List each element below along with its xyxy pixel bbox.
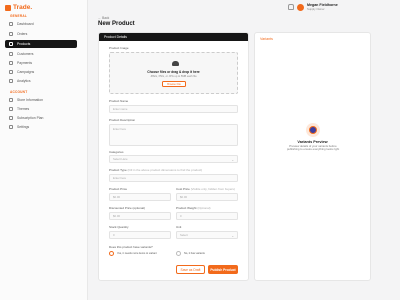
chart-icon [9,79,13,83]
browse-file-button[interactable]: Browse File [162,81,186,87]
crown-icon [9,116,13,120]
discounted-price-label: Discounted Price (optional) [109,206,146,210]
upload-hint: JPEG, PNG, or JPG up to 5MB each file [150,75,197,78]
variants-panel: Variants Variants Preview Preview detail… [254,32,371,281]
user-profile[interactable]: Megan Fieldhorne Supply Owner [288,3,338,11]
unit-label: Unit [176,225,182,229]
sidebar-item-subscription-plan[interactable]: Subscription Plan [5,114,77,122]
account-section-label: ACCOUNT [10,90,28,94]
unit-select[interactable]: Select ⌄ [176,231,238,239]
cart-icon [9,32,13,36]
variant-no-label: No, it has variants [184,252,205,255]
avatar[interactable] [297,3,304,11]
page-title: New Product [98,21,135,27]
user-info: Megan Fieldhorne Supply Owner [307,3,338,11]
image-upload-dropzone[interactable]: Choose files or drag & drop it here JPEG… [109,52,238,94]
upload-instruction: Choose files or drag & drop it here [147,70,200,74]
radio-selected[interactable] [109,251,114,256]
categories-select[interactable]: Select Here ⌄ [109,155,238,163]
chevron-down-icon: ⌄ [231,158,234,162]
variants-question: Does this product have variants? [109,245,153,249]
product-details-card: Product Details Product Image Choose fil… [98,32,249,281]
categories-label: Categories [109,150,124,154]
box-icon [9,42,13,46]
general-section-label: GENERAL [10,14,27,18]
product-price-label: Product Price [109,187,128,191]
cost-price-label: Cost Price (Visible only, hidden from bu… [176,187,235,191]
product-name-input[interactable]: Enter name [109,105,238,113]
product-type-input[interactable]: Enter here [109,174,238,182]
eye-icon [306,123,320,137]
grid-icon [9,22,13,26]
product-weight-label: Product Weight (Optional) [176,206,210,210]
upload-cloud-icon [172,61,179,66]
chevron-down-icon: ⌄ [231,234,234,238]
cost-price-hint: (Visible only, hidden from buyers) [190,187,235,191]
product-description-label: Product Description [109,118,136,122]
sidebar-item-campaigns[interactable]: Campaigns [5,68,77,76]
product-description-input[interactable]: Enter here [109,124,238,146]
categories-value: Select Here [113,157,128,161]
variants-title: Variants [260,37,273,41]
unit-value: Select [180,233,188,237]
publish-product-button[interactable]: Publish Product [208,265,238,274]
sidebar-item-themes[interactable]: Themes [5,105,77,113]
sidebar-item-dashboard[interactable]: Dashboard [5,20,77,28]
radio-unselected[interactable] [176,251,181,256]
app-logo[interactable]: Trade. [5,4,32,11]
product-name-label: Product Name [109,99,129,103]
users-icon [9,52,13,56]
palette-icon [9,107,13,111]
sidebar-item-store-information[interactable]: Store Information [5,96,77,104]
card-icon [9,61,13,65]
eye-pupil-icon [309,126,317,134]
logo-icon [5,4,11,11]
product-weight-label-text: Product Weight [176,206,197,210]
variants-preview-desc: Preview details of your variants before … [286,144,340,152]
product-image-label: Product Image [109,46,129,50]
product-weight-hint: (Optional) [197,206,211,210]
product-details-header: Product Details [99,33,248,41]
product-weight-input[interactable]: 0 [176,212,238,220]
sidebar-item-analytics[interactable]: Analytics [5,77,77,85]
sidebar-item-orders[interactable]: Orders [5,30,77,38]
store-icon [9,98,13,102]
sidebar: Trade. GENERAL Dashboard Orders Products… [0,0,88,300]
discounted-price-input[interactable]: $0.00 [109,212,171,220]
breadcrumb-back[interactable]: ← Back [98,16,109,20]
product-price-input[interactable]: $0.00 [109,193,171,201]
stock-quantity-input[interactable]: 0 [109,231,171,239]
sidebar-item-customers[interactable]: Customers [5,50,77,58]
save-as-draft-button[interactable]: Save as Draft [176,265,205,274]
product-type-hint: (Fill in the above product dimensions to… [127,168,203,172]
cost-price-input[interactable]: $0.00 [176,193,238,201]
variant-yes-label: Yes, it needs more items to variant [117,252,157,255]
sidebar-item-products[interactable]: Products [5,40,77,48]
variant-yes-option[interactable]: Yes, it needs more items to variant [109,251,157,256]
cost-price-label-text: Cost Price [176,187,190,191]
product-type-label: Product Type (Fill in the above product … [109,168,202,172]
stock-quantity-label: Stock Quantity [109,225,129,229]
gear-icon [9,125,13,129]
product-type-label-text: Product Type [109,168,127,172]
user-role: Supply Owner [307,7,325,11]
bell-icon[interactable] [288,4,294,10]
variant-no-option[interactable]: No, it has variants [176,251,205,256]
sidebar-item-payments[interactable]: Payments [5,59,77,67]
sidebar-item-settings[interactable]: Settings [5,123,77,131]
megaphone-icon [9,70,13,74]
